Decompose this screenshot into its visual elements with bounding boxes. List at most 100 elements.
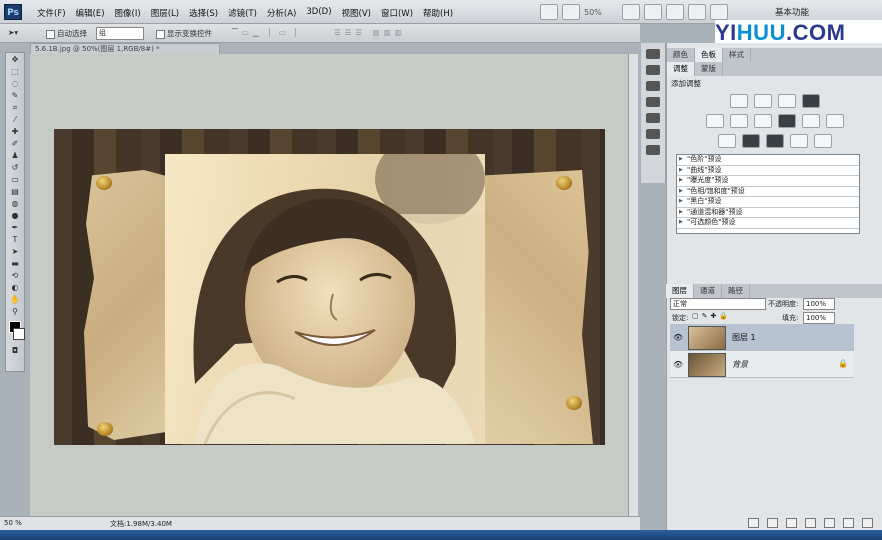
menu-edit[interactable]: 编辑(E) <box>71 5 110 21</box>
crop-tool-icon[interactable]: ⌗ <box>8 103 22 113</box>
shape-tool-icon[interactable]: ▬ <box>8 259 22 269</box>
opacity-field[interactable]: 100% <box>803 298 835 310</box>
brush-panel-icon[interactable] <box>646 97 660 107</box>
brightness-contrast-icon[interactable] <box>730 94 748 108</box>
eraser-tool-icon[interactable]: ▭ <box>8 175 22 185</box>
menu-filter[interactable]: 滤镜(T) <box>223 5 262 21</box>
align-buttons[interactable]: ▔▭▁ ▏▭▕ <box>232 28 300 37</box>
preset-channel-mixer[interactable]: "通道混和器"预设 <box>677 208 859 218</box>
tab-channels[interactable]: 通道 <box>694 284 722 298</box>
history-panel-icon[interactable] <box>646 49 660 59</box>
menu-view[interactable]: 视图(V) <box>337 5 376 21</box>
character-panel-icon[interactable] <box>646 129 660 139</box>
hand-tool-icon[interactable] <box>622 4 640 20</box>
show-transform-option[interactable]: 显示变换控件 <box>156 28 212 39</box>
menu-image[interactable]: 图像(I) <box>110 5 146 21</box>
black-white-icon[interactable] <box>778 114 796 128</box>
curves-icon[interactable] <box>778 94 796 108</box>
hand-tool-icon[interactable]: ✋ <box>8 295 22 305</box>
quick-select-tool-icon[interactable]: ✎ <box>8 91 22 101</box>
preset-selective-color[interactable]: "可选颜色"预设 <box>677 218 859 229</box>
add-mask-icon[interactable] <box>786 518 797 528</box>
tab-swatches[interactable]: 色板 <box>695 48 723 62</box>
channel-mixer-icon[interactable] <box>826 114 844 128</box>
menu-layer[interactable]: 图层(L) <box>146 5 184 21</box>
visibility-eye-icon[interactable]: 👁 <box>673 333 683 342</box>
distribute-buttons[interactable]: ☰☰☰ ▥▥▥ <box>334 28 406 37</box>
layer-style-icon[interactable] <box>767 518 778 528</box>
adjustment-layer-icon[interactable] <box>805 518 816 528</box>
bridge-button[interactable] <box>540 4 558 20</box>
tab-layers[interactable]: 图层 <box>666 284 694 298</box>
quick-mask-icon[interactable]: ◘ <box>8 346 22 356</box>
delete-layer-icon[interactable] <box>862 518 873 528</box>
gradient-tool-icon[interactable]: ▤ <box>8 187 22 197</box>
levels-icon[interactable] <box>754 94 772 108</box>
visibility-eye-icon[interactable]: 👁 <box>673 360 683 369</box>
layer-row[interactable]: 👁 图层 1 <box>670 324 854 351</box>
preset-levels[interactable]: "色阶"预设 <box>677 155 859 166</box>
menu-3d[interactable]: 3D(D) <box>301 5 336 21</box>
lasso-tool-icon[interactable]: ◌ <box>8 79 22 89</box>
gradient-map-icon[interactable] <box>790 134 808 148</box>
menu-analysis[interactable]: 分析(A) <box>262 5 301 21</box>
brush-tool-icon[interactable]: ✐ <box>8 139 22 149</box>
zoom-tool-icon[interactable] <box>644 4 662 20</box>
hue-saturation-icon[interactable] <box>730 114 748 128</box>
document-tab[interactable]: 5.6.1B.jpg @ 50%(图层 1,RGB/8#) * <box>30 43 220 54</box>
blend-mode-select[interactable]: 正常 <box>670 298 766 310</box>
workspace-switcher[interactable]: 基本功能 <box>775 6 809 18</box>
preset-black-white[interactable]: "黑白"预设 <box>677 197 859 208</box>
tab-adjustments[interactable]: 调整 <box>667 62 695 76</box>
type-tool-icon[interactable]: T <box>8 235 22 245</box>
new-layer-icon[interactable] <box>843 518 854 528</box>
layer-row[interactable]: 👁 背景 🔒 <box>670 351 854 378</box>
healing-tool-icon[interactable]: ✚ <box>8 127 22 137</box>
zoom-level[interactable]: 50% <box>584 8 618 17</box>
mini-bridge-button[interactable] <box>562 4 580 20</box>
clone-stamp-tool-icon[interactable]: ♟ <box>8 151 22 161</box>
color-balance-icon[interactable] <box>754 114 772 128</box>
marquee-tool-icon[interactable]: ⬚ <box>8 67 22 77</box>
screen-mode-icon[interactable] <box>710 4 728 20</box>
auto-select-option[interactable]: 自动选择 <box>46 28 87 39</box>
preset-hue-saturation[interactable]: "色相/饱和度"预设 <box>677 187 859 197</box>
zoom-tool-icon[interactable]: ⚲ <box>8 307 22 317</box>
preset-curves[interactable]: "曲线"预设 <box>677 166 859 176</box>
move-tool-icon[interactable]: ✥ <box>8 55 22 65</box>
menu-select[interactable]: 选择(S) <box>184 5 223 21</box>
show-transform-checkbox[interactable] <box>156 29 165 39</box>
path-select-tool-icon[interactable]: ➤ <box>8 247 22 257</box>
background-color-swatch[interactable] <box>13 328 25 340</box>
auto-select-dropdown[interactable]: 组 <box>96 27 144 40</box>
vertical-scrollbar[interactable] <box>628 54 638 516</box>
actions-panel-icon[interactable] <box>646 65 660 75</box>
clone-source-icon[interactable] <box>646 113 660 123</box>
preset-exposure[interactable]: "曝光度"预设 <box>677 176 859 187</box>
posterize-icon[interactable] <box>742 134 760 148</box>
selective-color-icon[interactable] <box>814 134 832 148</box>
invert-icon[interactable] <box>718 134 736 148</box>
auto-select-checkbox[interactable] <box>46 29 55 39</box>
status-zoom[interactable]: 50 % <box>4 519 22 527</box>
move-tool-icon[interactable]: ➤▾ <box>8 28 18 37</box>
lock-icons[interactable]: ▢✎✚🔒 <box>692 312 731 320</box>
menu-help[interactable]: 帮助(H) <box>418 5 458 21</box>
eyedropper-tool-icon[interactable]: ⁄ <box>8 115 22 125</box>
paragraph-panel-icon[interactable] <box>646 145 660 155</box>
link-layers-icon[interactable] <box>748 518 759 528</box>
pen-tool-icon[interactable]: ✒ <box>8 223 22 233</box>
arrange-documents-icon[interactable] <box>688 4 706 20</box>
blur-tool-icon[interactable]: ◍ <box>8 199 22 209</box>
history-brush-tool-icon[interactable]: ↺ <box>8 163 22 173</box>
tab-masks[interactable]: 蒙版 <box>695 62 723 76</box>
tab-paths[interactable]: 路径 <box>722 284 750 298</box>
rotate-view-icon[interactable] <box>666 4 684 20</box>
menu-file[interactable]: 文件(F) <box>32 5 71 21</box>
new-group-icon[interactable] <box>824 518 835 528</box>
exposure-icon[interactable] <box>802 94 820 108</box>
tab-color[interactable]: 颜色 <box>667 48 695 62</box>
photo-filter-icon[interactable] <box>802 114 820 128</box>
3d-panel-icon[interactable] <box>646 81 660 91</box>
menu-window[interactable]: 窗口(W) <box>376 5 418 21</box>
